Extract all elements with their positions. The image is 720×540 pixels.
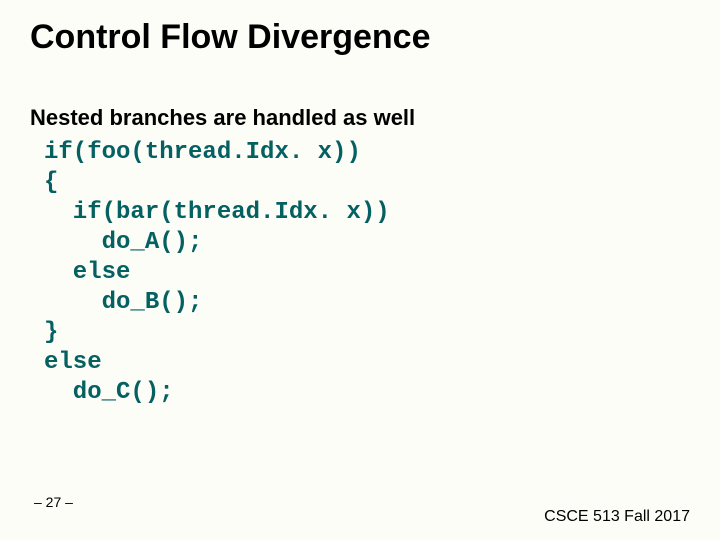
slide: Control Flow Divergence Nested branches … — [0, 0, 720, 540]
slide-title: Control Flow Divergence — [30, 18, 431, 57]
slide-subtitle: Nested branches are handled as well — [30, 105, 415, 131]
page-number: – 27 – — [34, 494, 73, 510]
footer-course: CSCE 513 Fall 2017 — [544, 508, 690, 526]
code-block: if(foo(thread.Idx. x)) { if(bar(thread.I… — [44, 138, 390, 408]
